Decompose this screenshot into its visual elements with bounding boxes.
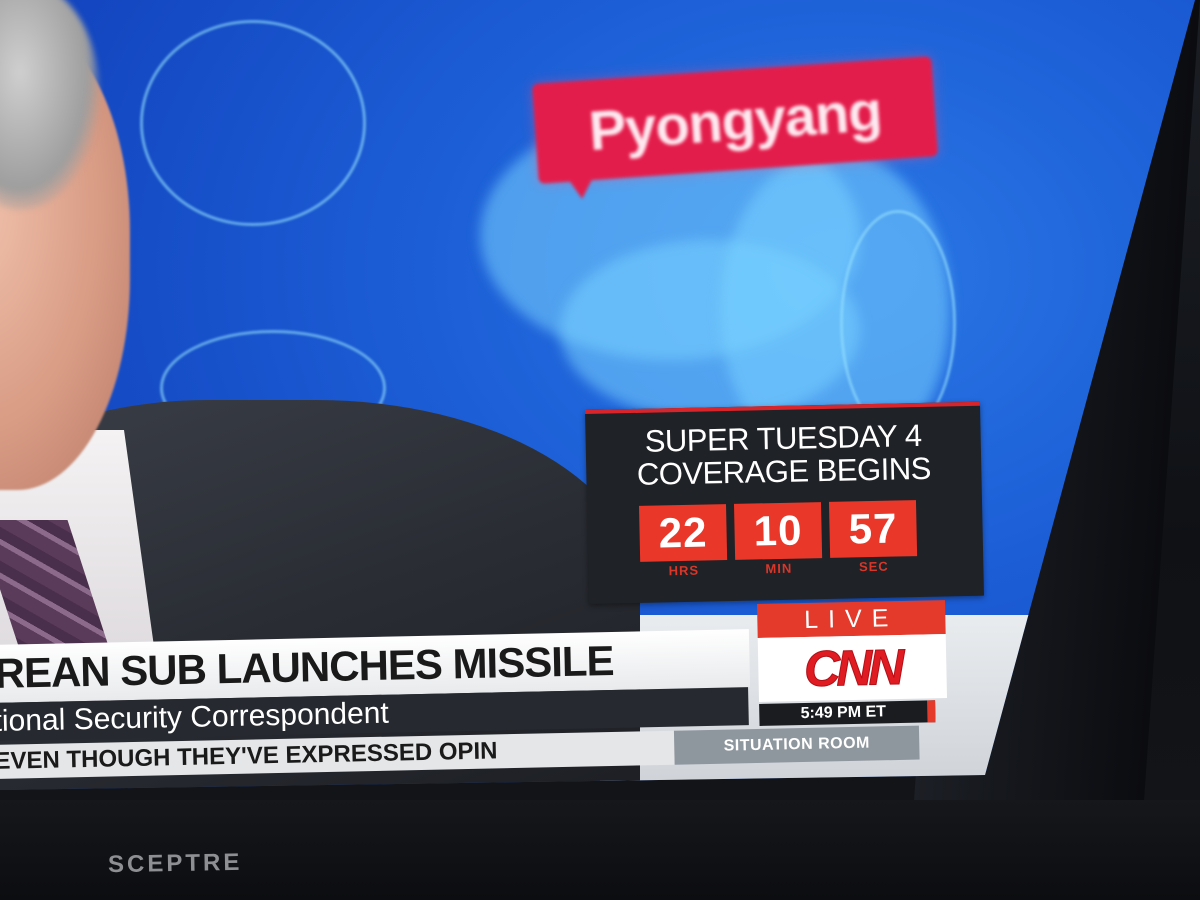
- timer-minutes-value: 10: [733, 502, 823, 560]
- tv-brand-logo: SCEPTRE: [107, 848, 243, 879]
- network-bug: LIVE CNN 5:49 PM ET: [757, 600, 948, 729]
- broadcast-clock: 5:49 PM ET: [759, 700, 936, 726]
- show-name-tag: SITUATION ROOM: [673, 725, 920, 765]
- lower-third: REAN SUB LAUNCHES MISSILE tional Securit…: [0, 629, 920, 790]
- cnn-logo-box: CNN: [757, 634, 948, 702]
- timer-hours-value: 22: [639, 504, 728, 562]
- map-coastline: [140, 20, 366, 226]
- countdown-title: SUPER TUESDAY 4 COVERAGE BEGINS: [585, 418, 981, 492]
- live-badge: LIVE: [757, 600, 946, 638]
- tv-photo: Pyongyang SUPER TUESDAY 4 COVERAGE BEGIN…: [0, 0, 1200, 900]
- timer-seconds-value: 57: [828, 500, 918, 558]
- countdown-title-line2: COVERAGE BEGINS: [636, 450, 932, 492]
- map-partial-label: [620, 0, 642, 52]
- cnn-logo: CNN: [803, 639, 902, 698]
- timer-seconds-unit: SEC: [858, 558, 889, 575]
- timer-minutes-unit: MIN: [765, 560, 793, 577]
- timer-hours: 22 HRS: [639, 504, 728, 579]
- timer-minutes: 10 MIN: [733, 502, 823, 577]
- countdown-timer: 22 HRS 10 MIN 57 SEC: [639, 500, 918, 579]
- countdown-box: SUPER TUESDAY 4 COVERAGE BEGINS 22 HRS 1…: [585, 401, 984, 604]
- timer-seconds: 57 SEC: [828, 500, 918, 575]
- timer-hours-unit: HRS: [668, 562, 700, 579]
